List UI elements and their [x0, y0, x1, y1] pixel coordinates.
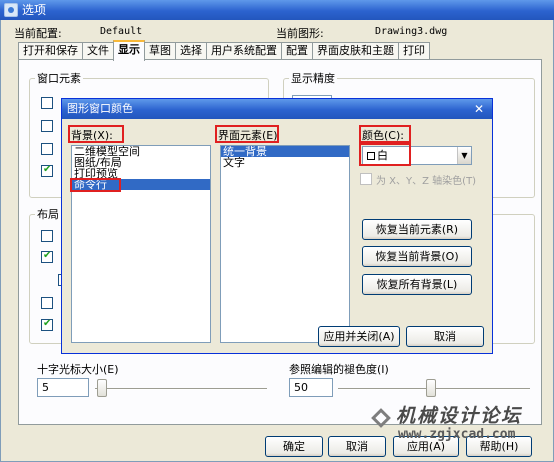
background-item-model-space[interactable]: 二维模型空间: [72, 146, 210, 157]
element-label: 界面元素(E): [218, 129, 278, 142]
tint-xyz-label: 为 X、Y、Z 轴染色(T): [376, 176, 477, 187]
display-precision-title: 显示精度: [289, 70, 337, 86]
dialog-title: 图形窗口颜色: [67, 102, 133, 115]
current-profile-label: 当前配置:: [14, 27, 62, 40]
tab-open-save[interactable]: 打开和保存: [18, 42, 83, 60]
current-profile-value: Default: [100, 26, 143, 37]
dialog-titlebar: 图形窗口颜色 ✕: [62, 99, 492, 119]
xref-fade-slider[interactable]: [426, 379, 436, 397]
tab-skins-themes[interactable]: 界面皮肤和主题: [312, 42, 399, 60]
footer-cancel-button[interactable]: 取消: [328, 436, 386, 457]
crosshair-size-input[interactable]: 5: [37, 378, 89, 397]
tab-profiles[interactable]: 配置: [281, 42, 313, 60]
chevron-down-icon[interactable]: ▼: [457, 147, 471, 164]
crosshair-size-label: 十字光标大小(E): [37, 363, 119, 376]
window-element-checkbox-2[interactable]: [41, 120, 53, 132]
element-item-text[interactable]: 文字: [221, 157, 349, 168]
tint-xyz-checkbox[interactable]: [360, 173, 372, 185]
dialog-cancel-button[interactable]: 取消: [406, 326, 484, 347]
color-value-highlight: [359, 143, 411, 166]
window-titlebar: 选项: [0, 0, 554, 20]
window-title: 选项: [22, 3, 47, 17]
tab-plot[interactable]: 打印: [398, 42, 430, 60]
tab-files[interactable]: 文件: [82, 42, 114, 60]
ok-button[interactable]: 确定: [265, 436, 323, 457]
watermark-url: www.zgjxcad.com: [398, 427, 516, 442]
window-element-checkbox-4[interactable]: [41, 164, 53, 177]
crosshair-size-slider[interactable]: [97, 379, 107, 397]
xref-fade-input[interactable]: 50: [289, 378, 333, 397]
layout-checkbox-2[interactable]: [41, 250, 53, 263]
background-listbox[interactable]: 二维模型空间 图纸/布局 打印预览 命令行: [71, 145, 211, 343]
xref-fade-label: 参照编辑的褪色度(I): [289, 363, 389, 376]
layout-checkbox-1[interactable]: [41, 230, 53, 242]
window-element-checkbox-1[interactable]: [41, 97, 53, 109]
command-line-highlight: [70, 178, 121, 192]
tab-display[interactable]: 显示: [113, 40, 145, 61]
window-element-checkbox-3[interactable]: [41, 143, 53, 155]
close-icon[interactable]: ✕: [470, 100, 488, 118]
tab-drafting[interactable]: 草图: [144, 42, 176, 60]
color-label: 颜色(C):: [362, 129, 404, 142]
current-drawing-value: Drawing3.dwg: [375, 26, 448, 37]
tab-selection[interactable]: 选择: [175, 42, 207, 60]
tab-user-preferences[interactable]: 用户系统配置: [206, 42, 282, 60]
background-item-layout[interactable]: 图纸/布局: [72, 157, 210, 168]
layout-checkbox-5[interactable]: [41, 318, 53, 331]
layout-title: 布局: [35, 206, 61, 222]
apply-and-close-button[interactable]: 应用并关闭(A): [318, 326, 400, 347]
layout-checkbox-4[interactable]: [41, 297, 53, 309]
crosshair-size-track: [95, 388, 267, 390]
drawing-window-colors-dialog: 图形窗口颜色 ✕ 背景(X): 二维模型空间 图纸/布局 打印预览 命令行 界面…: [61, 98, 493, 354]
restore-all-backgrounds-button[interactable]: 恢复所有背景(L): [362, 274, 472, 295]
tab-bar: 打开和保存 文件 显示 草图 选择 用户系统配置 配置 界面皮肤和主题 打印: [18, 40, 430, 61]
current-drawing-label: 当前图形:: [276, 27, 324, 40]
window-elements-title: 窗口元素: [35, 70, 83, 86]
restore-current-element-button[interactable]: 恢复当前元素(R): [362, 219, 472, 240]
element-listbox[interactable]: 统一背景 文字: [220, 145, 350, 343]
watermark-title: 机械设计论坛: [396, 405, 523, 427]
background-label: 背景(X):: [71, 129, 113, 142]
restore-current-background-button[interactable]: 恢复当前背景(O): [362, 246, 472, 267]
app-icon: [4, 3, 18, 17]
element-item-uniform-background[interactable]: 统一背景: [221, 146, 349, 157]
